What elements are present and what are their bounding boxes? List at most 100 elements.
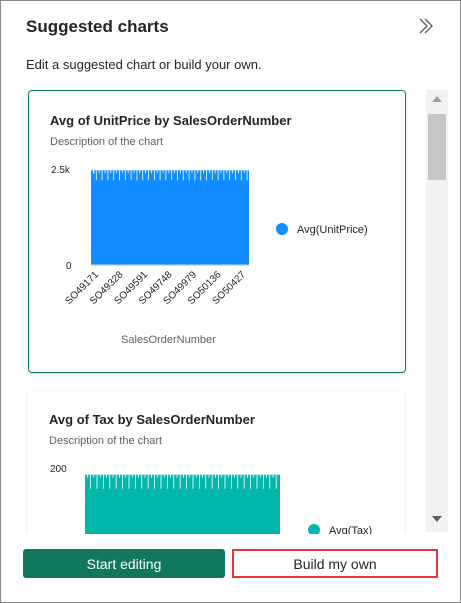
bar-gap	[110, 170, 112, 174]
bar-series-tax	[85, 474, 280, 534]
double-chevron-right-icon	[419, 18, 433, 34]
bar-gap	[203, 170, 204, 174]
bar-gap	[98, 170, 100, 174]
x-tick-labels: SO49171SO49328SO49591SO49748SO49979SO501…	[63, 269, 248, 307]
pane-subtitle: Edit a suggested chart or build your own…	[26, 57, 262, 72]
chart-tax: 200 Avg(Tax)	[50, 464, 372, 534]
bar-gap	[170, 474, 171, 478]
bar-gap	[189, 474, 191, 478]
bar-gap	[246, 170, 248, 181]
bar-gap	[141, 474, 143, 489]
bar-gap	[224, 474, 226, 489]
bar-gap	[101, 170, 103, 181]
bar-gap	[99, 474, 101, 478]
bar-gap	[221, 474, 223, 478]
bar-gap	[147, 474, 149, 489]
suggested-charts-pane: Suggested charts Edit a suggested chart …	[0, 0, 461, 603]
bar-gap	[208, 474, 210, 478]
bar-gap	[135, 474, 136, 489]
bar-gap	[240, 474, 242, 478]
bar-gap	[93, 474, 95, 478]
bar-gap	[90, 474, 91, 489]
bar-gap	[122, 474, 123, 489]
bar-gap	[171, 170, 173, 181]
bar-gap	[168, 170, 170, 174]
y-tick-label: 0	[66, 261, 72, 272]
bar-gap	[191, 170, 193, 174]
bar-gap	[104, 170, 106, 174]
bar-gap	[119, 474, 120, 478]
bar-gap	[113, 170, 115, 181]
scrollbar-thumb[interactable]	[428, 114, 446, 180]
bar-gap	[202, 474, 203, 478]
collapse-pane-button[interactable]	[414, 14, 438, 38]
bar-gap	[243, 170, 245, 174]
bar-gap	[206, 170, 207, 181]
bar-gap	[238, 170, 239, 174]
bar-gap	[127, 170, 129, 174]
bar-gap	[139, 170, 141, 174]
bar-gap	[188, 170, 190, 181]
bar-gap	[200, 170, 202, 181]
bar-gap	[275, 474, 277, 489]
bar-gap	[234, 474, 235, 478]
bar-gap	[199, 474, 200, 489]
bar-gap	[93, 170, 95, 174]
bar-gap	[177, 170, 178, 181]
bar-gap	[125, 474, 127, 478]
bar-gap	[136, 170, 138, 181]
bar-gap	[232, 170, 233, 174]
legend-label: Avg(Tax)	[329, 525, 372, 534]
bar-gap	[145, 170, 146, 174]
chart-card-tax[interactable]: Avg of Tax by SalesOrderNumber Descripti…	[28, 391, 404, 534]
bar-gap	[220, 170, 222, 174]
bar-gap	[109, 474, 111, 489]
bar-gap	[269, 474, 271, 489]
bar-gap	[133, 170, 135, 174]
vertical-scrollbar[interactable]	[426, 90, 448, 532]
bar-gap	[179, 474, 181, 489]
bar-gap	[263, 474, 264, 489]
bar-gap	[182, 170, 184, 181]
bar-gap	[151, 474, 152, 478]
bar-gap	[185, 170, 187, 174]
bar-gap	[142, 170, 144, 181]
bar-gap	[122, 170, 123, 174]
bar-gap	[231, 474, 232, 489]
suggestions-list[interactable]: Avg of UnitPrice by SalesOrderNumber Des…	[1, 86, 460, 534]
bar-gap	[174, 170, 175, 174]
build-my-own-button[interactable]: Build my own	[232, 549, 438, 578]
bar-gap	[160, 474, 162, 489]
bar-gap	[87, 474, 88, 478]
bar-gap	[259, 474, 261, 478]
chart-card-unitprice[interactable]: Avg of UnitPrice by SalesOrderNumber Des…	[28, 90, 406, 373]
bar-gap	[103, 474, 104, 489]
x-axis-title: SalesOrderNumber	[121, 334, 216, 346]
bar-gap	[138, 474, 139, 478]
scroll-down-arrow-icon[interactable]	[432, 516, 442, 522]
start-editing-button[interactable]: Start editing	[23, 549, 225, 578]
bar-gap	[194, 170, 196, 181]
bar-gap	[227, 474, 229, 478]
bar-gap	[165, 170, 167, 181]
bar-gap	[247, 474, 248, 478]
bar-gap	[211, 170, 213, 181]
bar-gap	[214, 170, 216, 174]
legend-marker	[308, 524, 320, 534]
bar-gap	[167, 474, 168, 489]
bar-gap	[176, 474, 178, 478]
y-tick-label: 200	[50, 464, 67, 475]
bar-gap	[173, 474, 175, 489]
bar-gap	[124, 170, 126, 181]
bar-gap	[229, 170, 231, 181]
bar-gap	[195, 474, 197, 478]
bar-gap	[106, 474, 107, 478]
bar-gap	[156, 170, 158, 174]
bar-gap	[209, 170, 210, 174]
bar-gap	[131, 474, 133, 478]
y-tick-label: 2.5k	[51, 165, 71, 176]
scroll-up-arrow-icon[interactable]	[432, 96, 442, 102]
bar-gap	[116, 170, 117, 174]
bar-gap	[96, 474, 98, 489]
bar-gap	[197, 170, 199, 174]
